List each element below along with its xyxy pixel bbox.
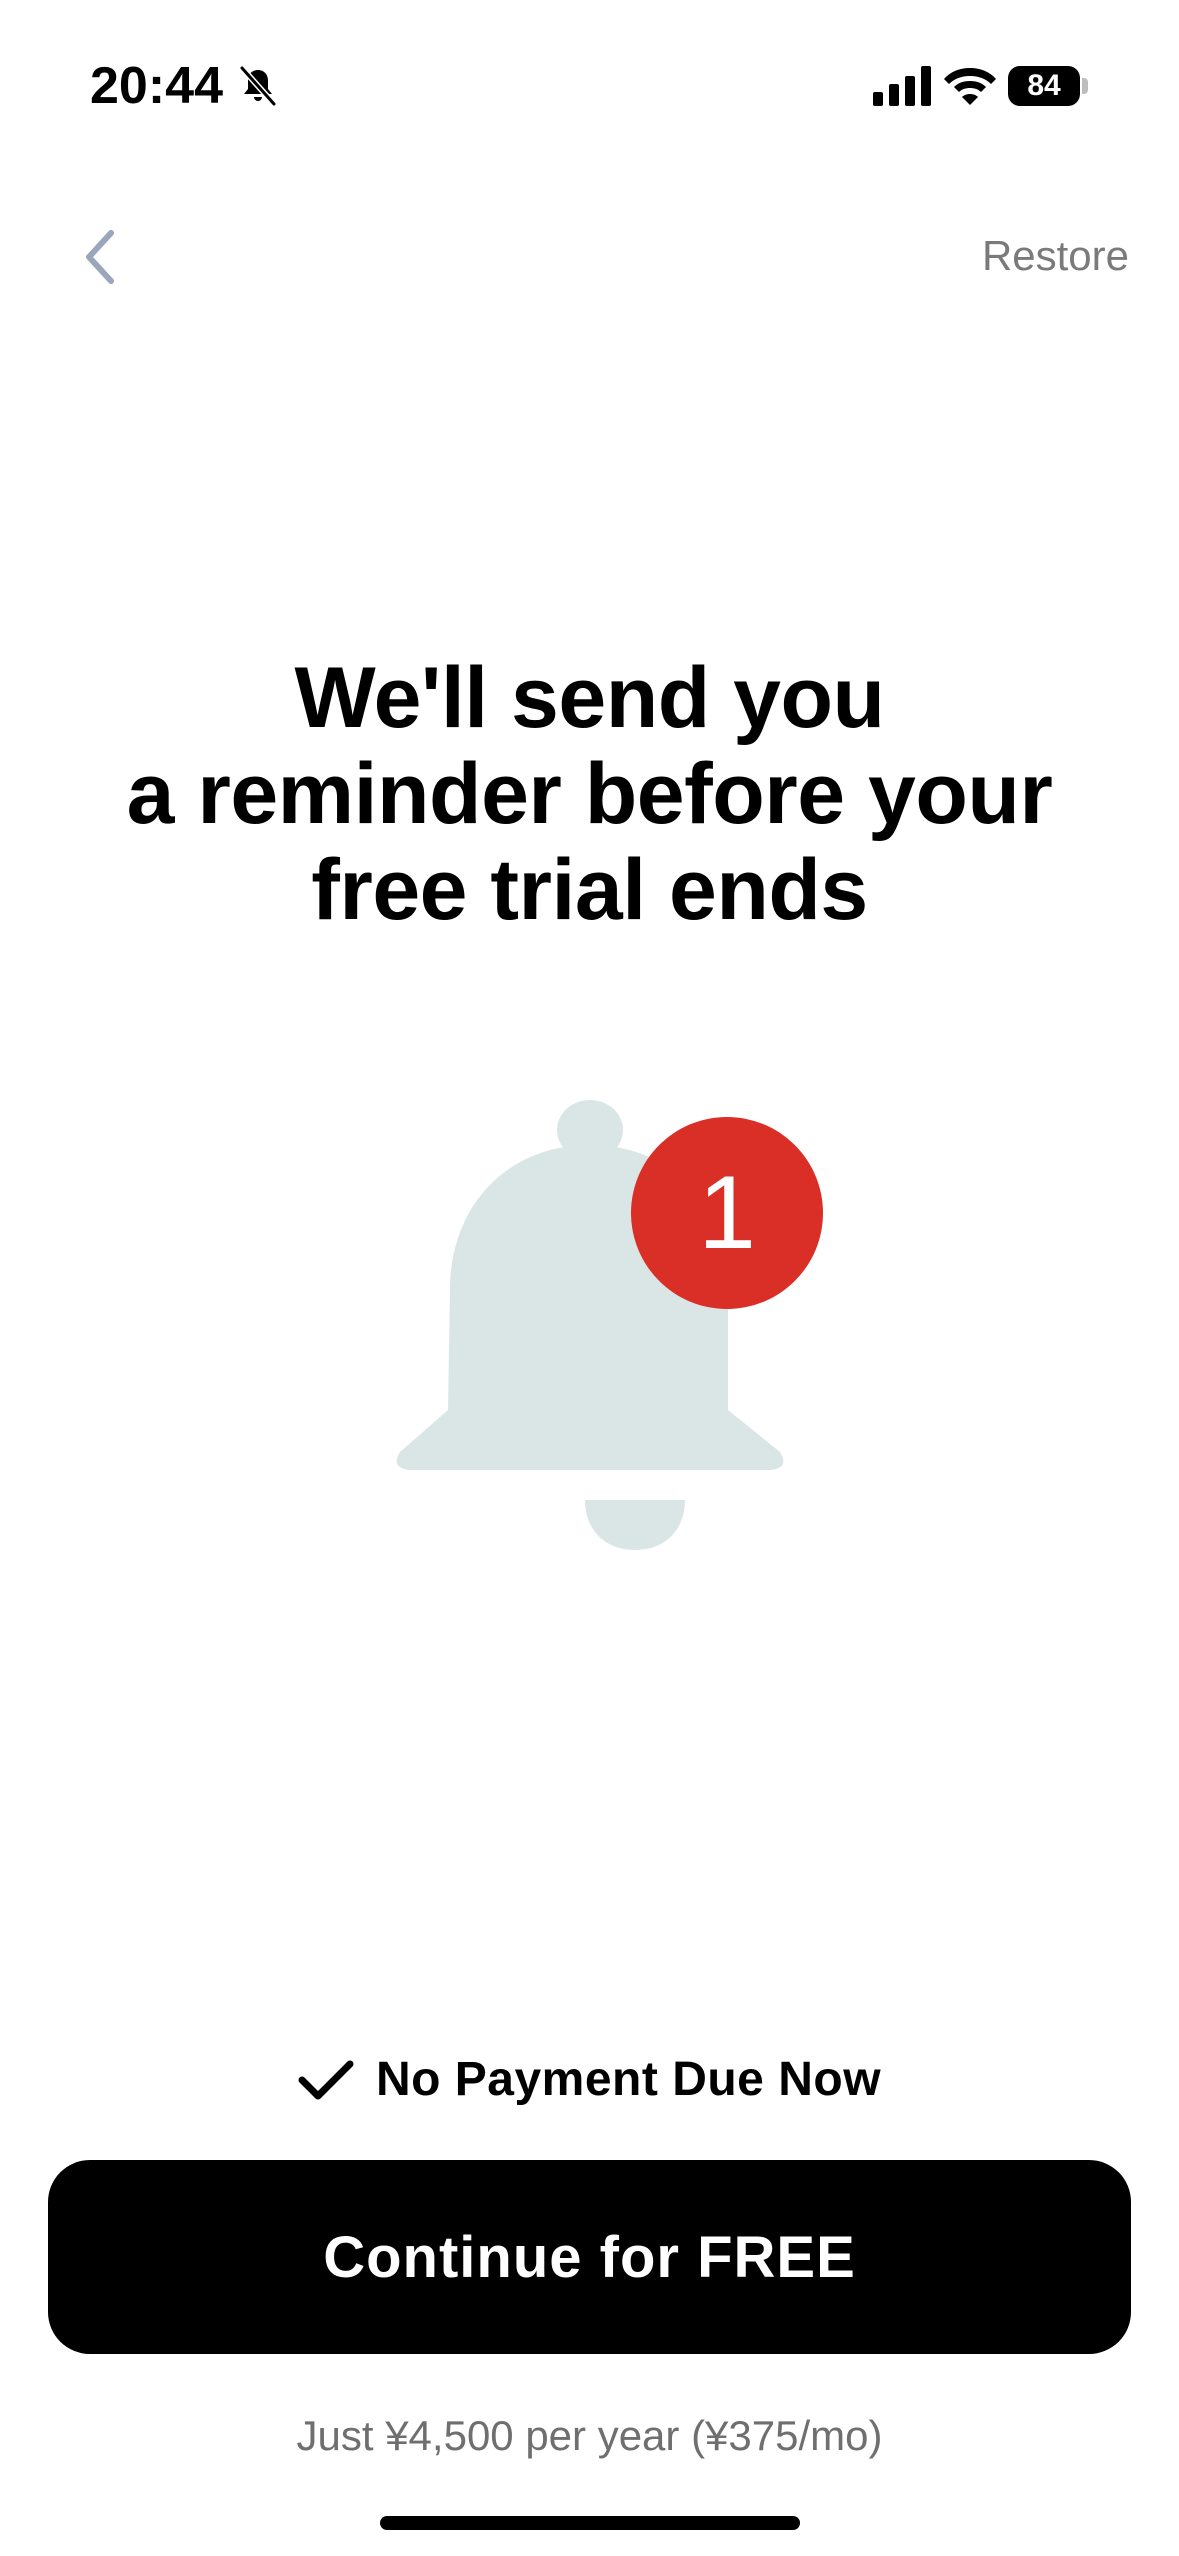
wifi-icon	[944, 68, 996, 105]
chevron-left-icon	[86, 230, 114, 284]
status-bar: 20:44 84	[0, 0, 1179, 170]
continue-for-free-button[interactable]: Continue for FREE	[48, 2160, 1131, 2354]
notification-badge: 1	[631, 1117, 823, 1309]
headline: We'll send you a reminder before your fr…	[60, 650, 1119, 938]
cellular-signal-icon	[873, 66, 931, 106]
headline-line-1: We'll send you	[294, 650, 885, 746]
restore-button[interactable]: Restore	[982, 228, 1129, 284]
checkmark-icon	[298, 2060, 354, 2100]
home-indicator[interactable]	[380, 2516, 800, 2530]
price-note: Just ¥4,500 per year (¥375/mo)	[296, 2412, 883, 2459]
badge-count: 1	[698, 1155, 756, 1271]
battery-level: 84	[1008, 66, 1080, 106]
no-payment-text: No Payment Due Now	[375, 2053, 882, 2106]
status-time: 20:44	[90, 57, 223, 115]
back-button[interactable]	[72, 222, 128, 292]
bell-illustration: 1	[396, 1100, 823, 1550]
battery-icon: 84	[1008, 66, 1088, 106]
no-payment-notice: No Payment Due Now	[0, 2050, 1179, 2110]
battery-cap	[1082, 78, 1088, 94]
headline-line-2: a reminder before your	[126, 746, 1053, 842]
headline-line-3: free trial ends	[311, 842, 868, 938]
bell-slash-icon	[239, 65, 277, 107]
